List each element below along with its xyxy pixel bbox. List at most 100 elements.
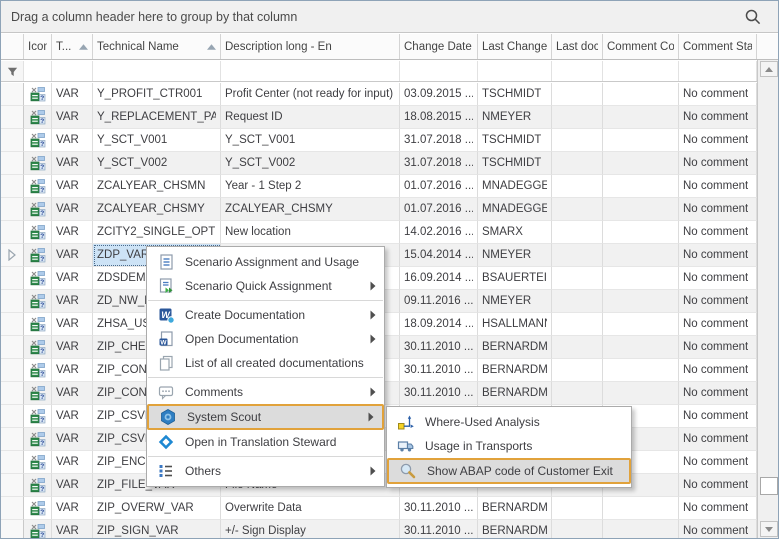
- cell-date[interactable]: 15.04.2014 ...: [400, 244, 478, 267]
- table-row[interactable]: ?VARZIP_CONV30.11.2010 ...BERNARDMANo co…: [1, 382, 778, 405]
- cell-commentco[interactable]: [603, 198, 679, 221]
- cell-type[interactable]: VAR: [52, 244, 93, 267]
- cell-commentsta[interactable]: No comment: [679, 290, 757, 313]
- cell-icon[interactable]: ?: [24, 198, 52, 221]
- cell-commentsta[interactable]: No comment: [679, 175, 757, 198]
- cell-commentsta[interactable]: No comment: [679, 152, 757, 175]
- cell-commentco[interactable]: [603, 106, 679, 129]
- cell-commentsta[interactable]: No comment: [679, 382, 757, 405]
- scrollbar-thumb[interactable]: [760, 477, 778, 495]
- filter-cell-desc[interactable]: [221, 61, 400, 81]
- cell-date[interactable]: 18.09.2014 ...: [400, 313, 478, 336]
- cell-commentsta[interactable]: No comment: [679, 520, 757, 538]
- cell-desc[interactable]: New location: [221, 221, 400, 244]
- cell-icon[interactable]: ?: [24, 405, 52, 428]
- column-header-lastdoc[interactable]: Last doc.: [552, 34, 603, 59]
- cell-user[interactable]: HSALLMANN: [478, 313, 552, 336]
- cell-type[interactable]: VAR: [52, 359, 93, 382]
- cell-icon[interactable]: ?: [24, 83, 52, 106]
- cell-desc[interactable]: Y_SCT_V001: [221, 129, 400, 152]
- cell-user[interactable]: MNADEGGER: [478, 198, 552, 221]
- cell-user[interactable]: BSAUERTEIG: [478, 267, 552, 290]
- cell-commentco[interactable]: [603, 152, 679, 175]
- menu-item-others[interactable]: Others: [147, 459, 384, 483]
- cell-type[interactable]: VAR: [52, 497, 93, 520]
- cell-user[interactable]: BERNARDMA: [478, 336, 552, 359]
- cell-type[interactable]: VAR: [52, 290, 93, 313]
- cell-commentco[interactable]: [603, 520, 679, 538]
- menu-item-create-documentation[interactable]: WCreate Documentation: [147, 303, 384, 327]
- filter-cell-lastdoc[interactable]: [552, 61, 603, 81]
- cell-commentco[interactable]: [603, 313, 679, 336]
- cell-tech[interactable]: ZIP_SIGN_VAR: [93, 520, 221, 538]
- cell-type[interactable]: VAR: [52, 83, 93, 106]
- column-header-user[interactable]: Last Change...: [478, 34, 552, 59]
- cell-lastdoc[interactable]: [552, 359, 603, 382]
- menu-item-list-of-all-created-documentations[interactable]: List of all created documentations: [147, 351, 384, 375]
- cell-desc[interactable]: Profit Center (not ready for input): [221, 83, 400, 106]
- cell-lastdoc[interactable]: [552, 106, 603, 129]
- cell-lastdoc[interactable]: [552, 336, 603, 359]
- menu-item-comments[interactable]: Comments: [147, 380, 384, 404]
- cell-lastdoc[interactable]: [552, 290, 603, 313]
- cell-commentsta[interactable]: No comment: [679, 83, 757, 106]
- cell-icon[interactable]: ?: [24, 175, 52, 198]
- cell-date[interactable]: 01.07.2016 ...: [400, 198, 478, 221]
- cell-user[interactable]: NMEYER: [478, 106, 552, 129]
- cell-icon[interactable]: ?: [24, 497, 52, 520]
- cell-desc[interactable]: Year - 1 Step 2: [221, 175, 400, 198]
- table-row[interactable]: ?VARZIP_SIGN_VAR+/- Sign Display30.11.20…: [1, 520, 778, 538]
- cell-date[interactable]: 30.11.2010 ...: [400, 497, 478, 520]
- cell-type[interactable]: VAR: [52, 129, 93, 152]
- cell-commentsta[interactable]: No comment: [679, 244, 757, 267]
- cell-commentsta[interactable]: No comment: [679, 451, 757, 474]
- column-header-commentsta[interactable]: Comment Sta...: [679, 34, 757, 59]
- cell-user[interactable]: SMARX: [478, 221, 552, 244]
- filter-cell-tech[interactable]: [93, 61, 221, 81]
- cell-desc[interactable]: Y_SCT_V002: [221, 152, 400, 175]
- cell-icon[interactable]: ?: [24, 244, 52, 267]
- menu-item-usage-in-transports[interactable]: Usage in Transports: [387, 434, 631, 458]
- cell-type[interactable]: VAR: [52, 152, 93, 175]
- cell-icon[interactable]: ?: [24, 336, 52, 359]
- table-row[interactable]: ?VARZDP_VAR15.04.2014 ...NMEYERNo commen…: [1, 244, 778, 267]
- cell-type[interactable]: VAR: [52, 175, 93, 198]
- table-row[interactable]: ?VARZD_NW_K09.11.2016 ...NMEYERNo commen…: [1, 290, 778, 313]
- column-header-icon[interactable]: Icon: [24, 34, 52, 59]
- cell-date[interactable]: 30.11.2010 ...: [400, 359, 478, 382]
- cell-user[interactable]: BERNARDMA: [478, 520, 552, 538]
- cell-icon[interactable]: ?: [24, 267, 52, 290]
- menu-item-open-in-translation-steward[interactable]: Open in Translation Steward: [147, 430, 384, 454]
- group-by-panel[interactable]: Drag a column header here to group by th…: [1, 1, 778, 33]
- column-header-type[interactable]: T...: [52, 34, 93, 59]
- scroll-up-button[interactable]: [760, 61, 778, 77]
- cell-tech[interactable]: Y_PROFIT_CTR001: [93, 83, 221, 106]
- table-row[interactable]: ?VARZCALYEAR_CHSMYZCALYEAR_CHSMY01.07.20…: [1, 198, 778, 221]
- cell-type[interactable]: VAR: [52, 520, 93, 538]
- table-row[interactable]: ?VARZCALYEAR_CHSMNYear - 1 Step 201.07.2…: [1, 175, 778, 198]
- cell-type[interactable]: VAR: [52, 221, 93, 244]
- cell-date[interactable]: 31.07.2018 ...: [400, 129, 478, 152]
- cell-type[interactable]: VAR: [52, 336, 93, 359]
- cell-commentsta[interactable]: No comment: [679, 359, 757, 382]
- cell-icon[interactable]: ?: [24, 313, 52, 336]
- cell-tech[interactable]: ZCALYEAR_CHSMN: [93, 175, 221, 198]
- cell-lastdoc[interactable]: [552, 129, 603, 152]
- table-row[interactable]: ?VARZHSA_USI18.09.2014 ...HSALLMANNNo co…: [1, 313, 778, 336]
- cell-commentco[interactable]: [603, 336, 679, 359]
- table-row[interactable]: ?VARZCITY2_SINGLE_OPTNew location14.02.2…: [1, 221, 778, 244]
- filter-cell-user[interactable]: [478, 61, 552, 81]
- cell-commentco[interactable]: [603, 382, 679, 405]
- cell-lastdoc[interactable]: [552, 497, 603, 520]
- cell-desc[interactable]: +/- Sign Display: [221, 520, 400, 538]
- cell-icon[interactable]: ?: [24, 474, 52, 497]
- cell-type[interactable]: VAR: [52, 313, 93, 336]
- cell-type[interactable]: VAR: [52, 198, 93, 221]
- cell-tech[interactable]: ZIP_OVERW_VAR: [93, 497, 221, 520]
- cell-commentsta[interactable]: No comment: [679, 221, 757, 244]
- cell-type[interactable]: VAR: [52, 474, 93, 497]
- cell-tech[interactable]: Y_REPLACEMENT_PA...: [93, 106, 221, 129]
- cell-commentco[interactable]: [603, 129, 679, 152]
- cell-type[interactable]: VAR: [52, 267, 93, 290]
- menu-item-where-used-analysis[interactable]: Where-Used Analysis: [387, 410, 631, 434]
